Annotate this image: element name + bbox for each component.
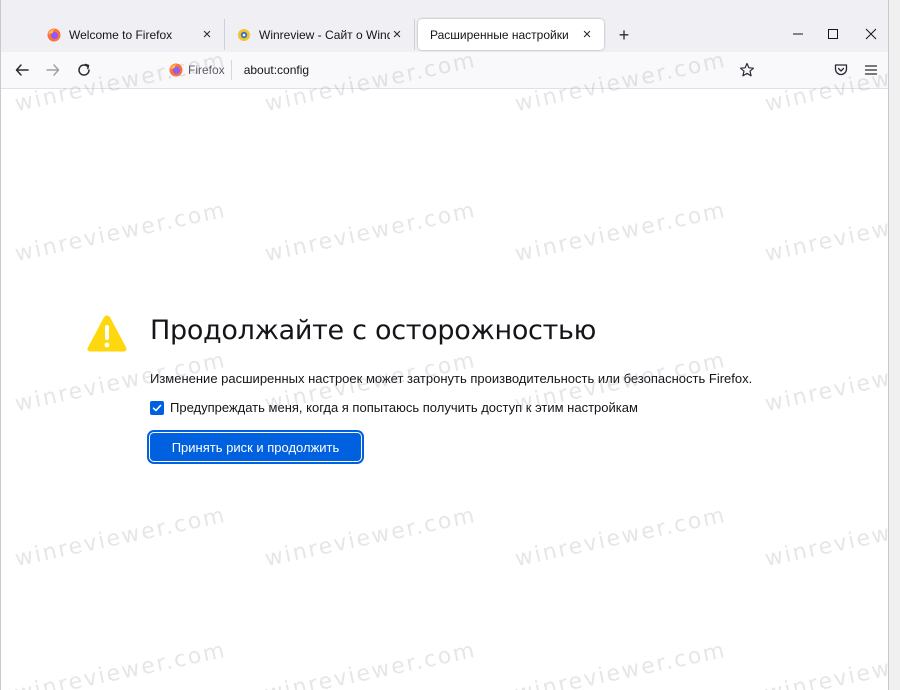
arrow-left-icon (15, 64, 29, 76)
url-text[interactable]: about:config (232, 63, 735, 77)
bookmark-button[interactable] (735, 58, 759, 82)
checkmark-icon (152, 404, 162, 411)
accept-risk-button[interactable]: Принять риск и продолжить (150, 433, 361, 461)
background-strip (889, 0, 900, 690)
tab-advanced-settings[interactable]: Расширенные настройки × (418, 19, 604, 50)
close-window-button[interactable] (856, 22, 886, 46)
close-tab-icon[interactable]: × (390, 26, 404, 43)
minimize-icon (793, 33, 803, 35)
reload-button[interactable] (72, 58, 96, 82)
page-content: Продолжайте с осторожностью Изменение ра… (1, 89, 888, 690)
firefox-icon (169, 63, 183, 77)
hamburger-menu-icon (864, 65, 878, 75)
nav-toolbar: Firefox about:config (1, 52, 888, 89)
arrow-right-icon (46, 64, 60, 76)
browser-window: Welcome to Firefox × Winreview - Сайт о … (0, 0, 889, 690)
warn-checkbox-label[interactable]: Предупреждать меня, когда я попытаюсь по… (170, 400, 638, 415)
firefox-icon (47, 28, 61, 42)
tab-welcome[interactable]: Welcome to Firefox × (35, 19, 225, 50)
close-tab-icon[interactable]: × (200, 26, 214, 43)
warn-checkbox-row[interactable]: Предупреждать меня, когда я попытаюсь по… (150, 400, 638, 415)
new-tab-button[interactable]: + (613, 24, 635, 46)
warn-checkbox[interactable] (150, 400, 164, 415)
identity-box[interactable]: Firefox (163, 60, 232, 80)
tab-winreview[interactable]: Winreview - Сайт о Windows × (225, 19, 415, 50)
warning-icon (87, 315, 127, 352)
tab-title: Winreview - Сайт о Windows (259, 27, 390, 42)
menu-button[interactable] (859, 58, 883, 82)
forward-button[interactable] (41, 58, 65, 82)
star-icon (739, 62, 755, 77)
back-button[interactable] (10, 58, 34, 82)
winreview-icon (237, 28, 251, 42)
maximize-button[interactable] (818, 22, 848, 46)
maximize-icon (828, 29, 838, 39)
tab-title: Расширенные настройки (430, 27, 569, 42)
close-icon (865, 28, 877, 40)
page-title: Продолжайте с осторожностью (150, 315, 597, 346)
identity-label: Firefox (188, 63, 225, 77)
tab-strip: Welcome to Firefox × Winreview - Сайт о … (1, 0, 888, 52)
minimize-button[interactable] (783, 22, 813, 46)
close-tab-icon[interactable]: × (580, 26, 594, 43)
pocket-icon (834, 64, 848, 76)
warning-description: Изменение расширенных настроек может зат… (150, 371, 753, 386)
reload-icon (78, 63, 90, 76)
tab-title: Welcome to Firefox (69, 27, 173, 42)
pocket-button[interactable] (829, 58, 853, 82)
address-bar[interactable]: Firefox about:config (163, 57, 773, 83)
